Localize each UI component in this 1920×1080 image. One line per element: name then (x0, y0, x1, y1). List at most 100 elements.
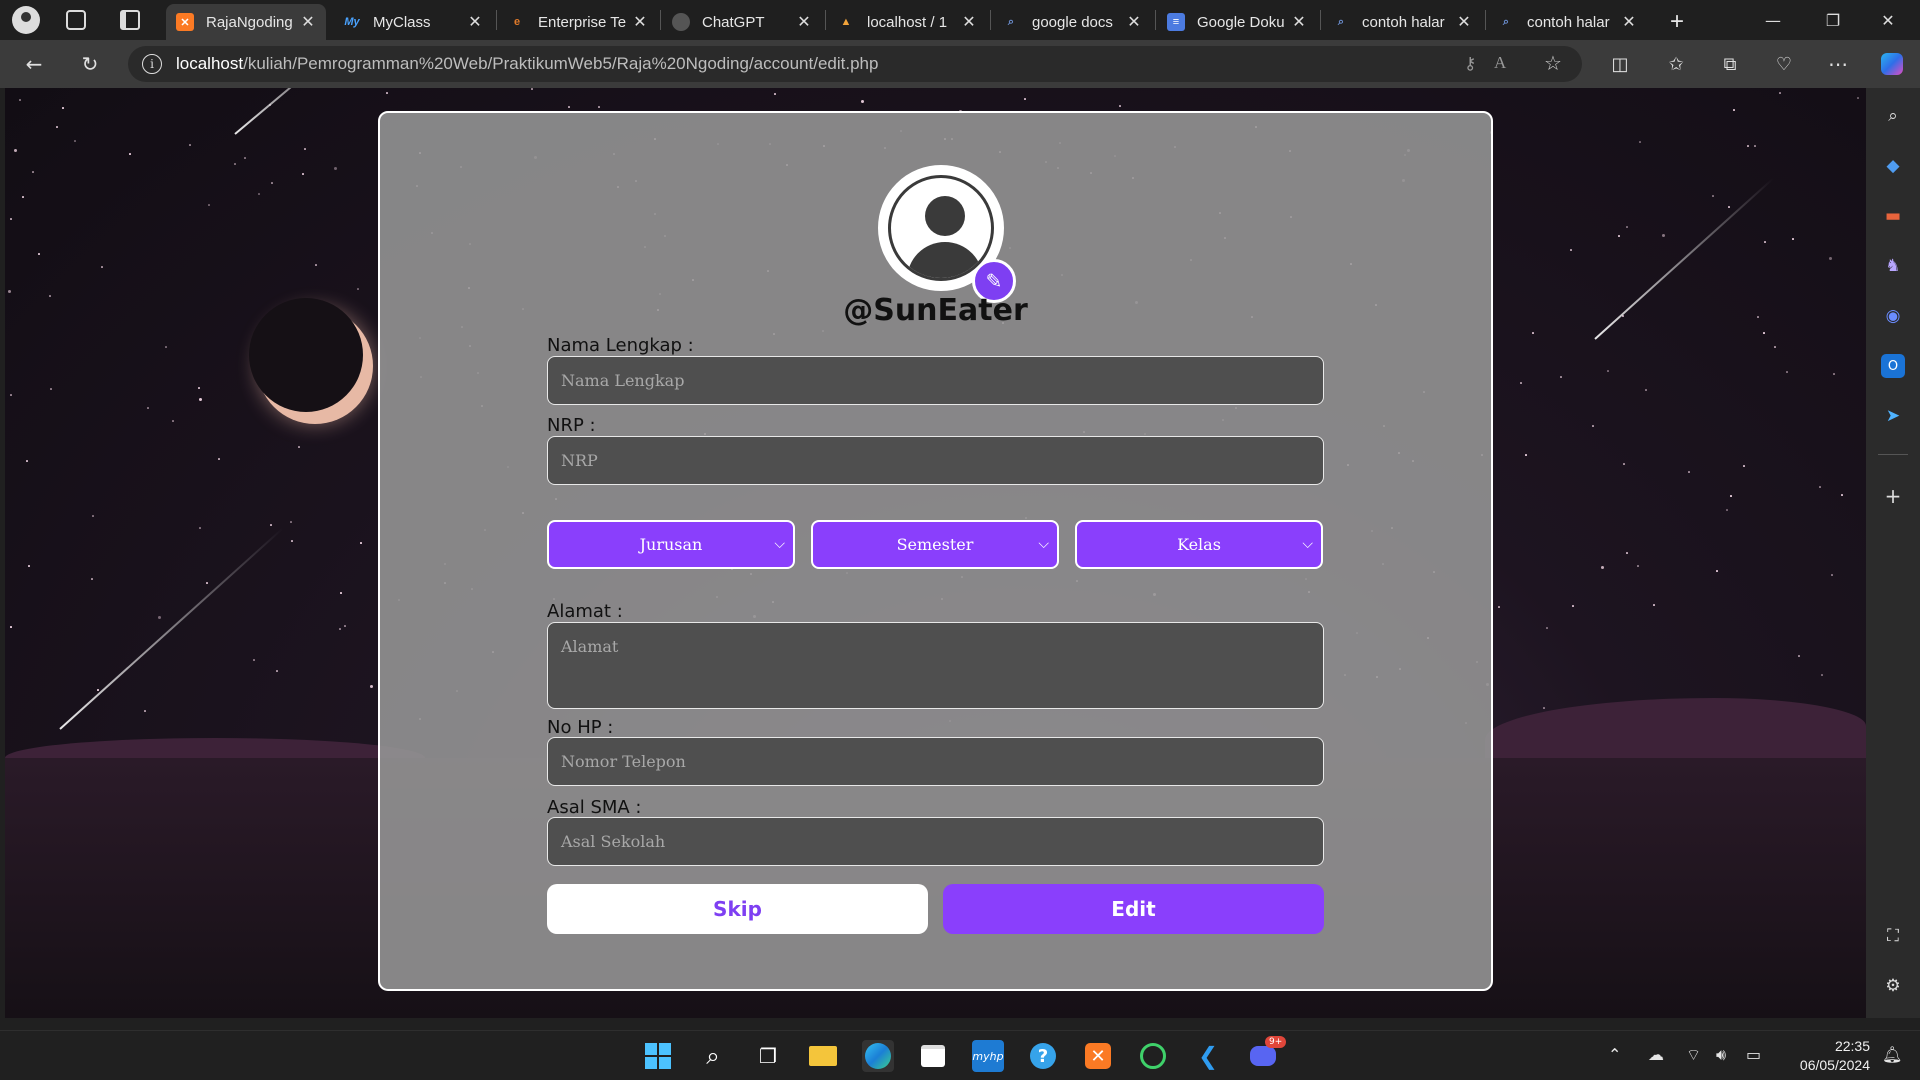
tab-contoh-halaman-2[interactable]: ⌕ contoh halar ✕ (1487, 4, 1647, 40)
close-tab-icon[interactable]: ✕ (467, 12, 483, 32)
tab-rajangoding[interactable]: ✕ RajaNgoding ✕ (166, 4, 326, 40)
vscode-icon[interactable]: ❮ (1192, 1040, 1224, 1072)
discord-icon[interactable]: 9+ (1247, 1036, 1287, 1072)
profile-avatar-icon[interactable] (12, 6, 40, 34)
windows-start-icon[interactable] (642, 1040, 674, 1072)
read-aloud-icon[interactable]: A (1494, 53, 1506, 73)
minimize-button[interactable]: — (1750, 0, 1796, 40)
star-dot (270, 524, 272, 526)
search-icon[interactable]: ⌕ (1881, 104, 1905, 128)
star-dot (92, 515, 94, 517)
edit-button[interactable]: Edit (943, 884, 1324, 934)
star-dot (38, 253, 40, 255)
close-tab-icon[interactable]: ✕ (1621, 12, 1637, 32)
collections-icon[interactable]: ⧉ (1714, 48, 1746, 80)
star-dot (50, 388, 52, 390)
kelas-select[interactable]: Kelas ⌵ (1075, 520, 1323, 569)
close-tab-icon[interactable]: ✕ (961, 12, 977, 32)
close-tab-icon[interactable]: ✕ (1456, 12, 1472, 32)
asal-sma-input[interactable]: Asal Sekolah (547, 817, 1324, 866)
microsoft-365-icon[interactable]: ◉ (1881, 304, 1905, 328)
chevron-down-icon: ⌵ (1302, 536, 1313, 552)
favorite-star-icon[interactable]: ☆ (1544, 51, 1562, 75)
close-tab-icon[interactable]: ✕ (1126, 12, 1142, 32)
star-dot (1786, 371, 1788, 373)
star-dot (144, 710, 146, 712)
notification-bell-icon[interactable]: 🔔︎ (1882, 1045, 1902, 1064)
outlook-icon[interactable]: O (1881, 354, 1905, 378)
alamat-textarea[interactable]: Alamat (547, 622, 1324, 709)
tab-google-docs-search[interactable]: ⌕ google docs ✕ (992, 4, 1152, 40)
chevron-down-icon: ⌵ (774, 536, 785, 552)
nrp-input[interactable]: NRP (547, 436, 1324, 485)
tab-myclass[interactable]: My MyClass ✕ (333, 4, 493, 40)
browser-essentials-icon[interactable]: ♡ (1768, 48, 1800, 80)
workspaces-icon[interactable] (66, 10, 86, 30)
star-dot (1821, 674, 1823, 676)
shopping-tag-icon[interactable]: ◆ (1881, 154, 1905, 178)
help-icon[interactable]: ? (1027, 1040, 1059, 1072)
address-bar[interactable]: i localhost/kuliah/Pemrogramman%20Web/Pr… (128, 46, 1582, 82)
tab-contoh-halaman-1[interactable]: ⌕ contoh halar ✕ (1322, 4, 1482, 40)
star-dot (290, 521, 292, 523)
nama-lengkap-label: Nama Lengkap : (547, 335, 694, 356)
tab-chatgpt[interactable]: ChatGPT ✕ (662, 4, 822, 40)
chevron-up-icon[interactable]: ⌃ (1608, 1045, 1621, 1064)
close-tab-icon[interactable]: ✕ (632, 12, 648, 32)
close-tab-icon[interactable]: ✕ (796, 12, 812, 32)
star-dot (531, 88, 533, 90)
microsoft-store-icon[interactable] (917, 1040, 949, 1072)
settings-gear-icon[interactable]: ⚙ (1881, 974, 1905, 998)
myhp-icon[interactable]: myhp (972, 1040, 1004, 1072)
site-info-icon[interactable]: i (142, 54, 162, 74)
close-tab-icon[interactable]: ✕ (1291, 12, 1307, 32)
search-icon: ⌕ (1502, 15, 1510, 28)
edit-profile-card: ✎ @SunEater Nama Lengkap : Nama Lengkap … (378, 111, 1493, 991)
nama-lengkap-input[interactable]: Nama Lengkap (547, 356, 1324, 405)
close-tab-icon[interactable]: ✕ (300, 12, 316, 32)
star-dot (10, 218, 12, 220)
volume-icon[interactable]: 🔊︎ (1716, 1045, 1726, 1065)
url-text[interactable]: localhost/kuliah/Pemrogramman%20Web/Prak… (176, 54, 878, 74)
search-icon[interactable]: ⌕ (697, 1040, 729, 1072)
onedrive-icon[interactable]: ☁ (1648, 1045, 1664, 1064)
refresh-icon[interactable]: ↻ (74, 48, 106, 80)
tools-briefcase-icon[interactable]: ▬ (1881, 204, 1905, 228)
search-icon: ⌕ (1337, 15, 1345, 28)
star-dot (244, 157, 246, 159)
no-hp-label: No HP : (547, 717, 614, 738)
new-tab-button[interactable]: + (1660, 4, 1694, 40)
back-arrow-icon[interactable]: ← (18, 48, 50, 80)
close-window-button[interactable]: ✕ (1865, 0, 1911, 40)
split-screen-icon[interactable]: ◫ (1604, 48, 1636, 80)
key-icon[interactable]: ⚷ (1464, 54, 1476, 74)
whatsapp-icon[interactable] (1137, 1040, 1169, 1072)
skip-button[interactable]: Skip (547, 884, 928, 934)
add-sidebar-app-icon[interactable]: + (1881, 484, 1905, 508)
star-dot (1607, 370, 1609, 372)
more-menu-icon[interactable]: ⋯ (1822, 48, 1854, 80)
system-clock[interactable]: 22:35 06/05/2024 (1780, 1037, 1870, 1075)
games-icon[interactable]: ♞ (1881, 254, 1905, 278)
no-hp-input[interactable]: Nomor Telepon (547, 737, 1324, 786)
file-explorer-icon[interactable] (807, 1040, 839, 1072)
docs-icon: ≡ (1167, 13, 1185, 31)
wifi-icon[interactable]: ⌔ (1686, 1045, 1701, 1065)
screenshot-icon[interactable]: ⛶ (1881, 924, 1905, 948)
tab-actions-icon[interactable] (120, 10, 140, 30)
tab-google-dokumen[interactable]: ≡ Google Doku ✕ (1157, 4, 1317, 40)
task-view-icon[interactable]: ❐ (752, 1040, 784, 1072)
maximize-button[interactable]: ❐ (1810, 0, 1856, 40)
send-icon[interactable]: ➤ (1881, 404, 1905, 428)
edge-browser-icon[interactable] (862, 1040, 894, 1072)
jurusan-select[interactable]: Jurusan ⌵ (547, 520, 795, 569)
star-dot (360, 542, 362, 544)
copilot-icon[interactable] (1876, 48, 1908, 80)
battery-icon[interactable]: ▭ (1746, 1045, 1761, 1064)
tab-localhost[interactable]: ▲ localhost / 1 ✕ (827, 4, 987, 40)
semester-select[interactable]: Semester ⌵ (811, 520, 1059, 569)
favorites-icon[interactable]: ✩ (1660, 48, 1692, 80)
tab-enterprise[interactable]: e Enterprise Te ✕ (498, 4, 658, 40)
xampp-icon[interactable]: ✕ (1082, 1040, 1114, 1072)
star-dot (568, 106, 570, 108)
